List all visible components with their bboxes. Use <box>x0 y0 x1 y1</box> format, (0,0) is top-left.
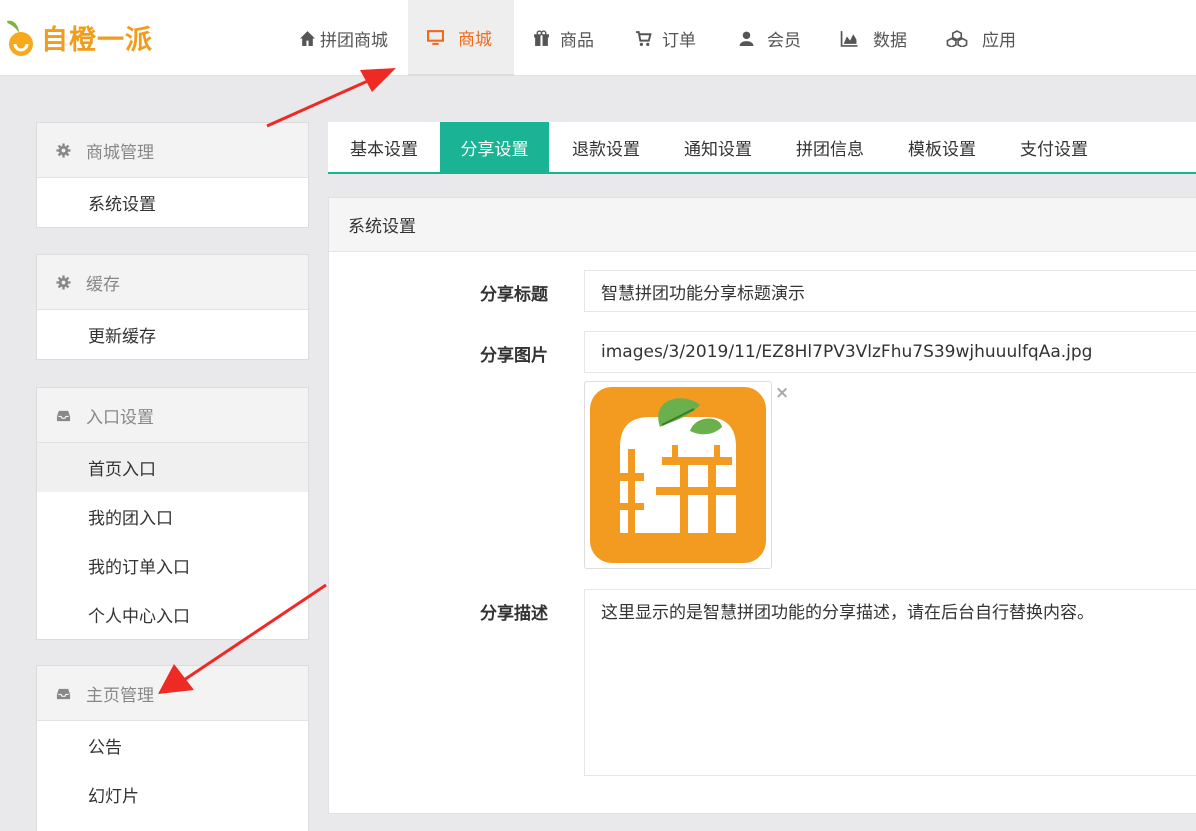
gear-icon <box>56 274 71 290</box>
top-navbar: 自橙一派 拼团商城 商城 商品 订单 会员 数据 应用 <box>0 0 1196 76</box>
area-chart-icon <box>840 30 858 47</box>
tab-notification-settings[interactable]: 通知设置 <box>662 122 774 172</box>
annotation-arrow <box>266 68 396 128</box>
pin-app-logo-icon <box>590 387 766 563</box>
inbox-icon <box>56 410 71 421</box>
nav-item-orders[interactable]: 订单 <box>635 0 696 76</box>
nav-label: 订单 <box>662 30 696 51</box>
panel-header[interactable]: 商城管理 <box>37 123 308 178</box>
sidebar-item-my-order-entry[interactable]: 我的订单入口 <box>37 541 308 590</box>
orange-logo-icon <box>7 20 33 56</box>
share-title-label: 分享标题 <box>480 285 548 305</box>
panel-title: 商城管理 <box>86 142 154 163</box>
share-title-input[interactable]: 智慧拼团功能分享标题演示 <box>584 270 1196 312</box>
section-title: 系统设置 <box>329 198 1196 252</box>
nav-label: 应用 <box>982 30 1016 51</box>
sidebar-item-user-center-entry[interactable]: 个人中心入口 <box>37 590 308 639</box>
cart-icon <box>636 30 652 46</box>
nav-item-members[interactable]: 会员 <box>738 0 801 76</box>
sidebar-item-slideshow[interactable]: 幻灯片 <box>37 770 308 819</box>
share-image-preview <box>584 381 772 569</box>
panel-title: 主页管理 <box>86 685 154 706</box>
sidebar-item-home-entry[interactable]: 首页入口 <box>37 443 308 492</box>
tab-template-settings[interactable]: 模板设置 <box>886 122 998 172</box>
panel-title: 入口设置 <box>86 407 154 428</box>
user-icon <box>739 31 754 46</box>
sidebar-panel-entry-settings: 入口设置 首页入口 我的团入口 我的订单入口 个人中心入口 <box>36 387 309 640</box>
home-icon <box>300 30 315 46</box>
nav-item-mall[interactable]: 商城 <box>408 0 514 76</box>
sidebar-panel-cache: 缓存 更新缓存 <box>36 254 309 360</box>
nav-label: 拼团商城 <box>320 30 388 51</box>
brand-name: 自橙一派 <box>41 24 153 56</box>
sidebar-panel-home-management: 主页管理 公告 幻灯片 <box>36 665 309 831</box>
remove-image-button[interactable]: × <box>775 385 789 402</box>
nav-label: 数据 <box>873 30 907 51</box>
sidebar-panel-mall-management: 商城管理 系统设置 <box>36 122 309 228</box>
nav-item-apps[interactable]: 应用 <box>946 0 1016 76</box>
panel-header[interactable]: 缓存 <box>37 255 308 310</box>
gear-icon <box>56 142 71 158</box>
nav-item-products[interactable]: 商品 <box>533 0 594 76</box>
nav-item-data[interactable]: 数据 <box>839 0 907 76</box>
share-image-label: 分享图片 <box>480 346 548 366</box>
sidebar-item-my-group-entry[interactable]: 我的团入口 <box>37 492 308 541</box>
monitor-icon <box>427 29 444 45</box>
sidebar-item-update-cache[interactable]: 更新缓存 <box>37 310 308 359</box>
brand-logo[interactable]: 自橙一派 <box>5 15 153 59</box>
sidebar-item-system-settings[interactable]: 系统设置 <box>37 178 308 227</box>
panel-title: 缓存 <box>86 274 120 295</box>
nav-label: 商城 <box>458 29 492 50</box>
cubes-icon <box>946 29 968 47</box>
tab-share-settings[interactable]: 分享设置 <box>440 122 549 172</box>
settings-tabs: 基本设置 分享设置 退款设置 通知设置 拼团信息 模板设置 支付设置 <box>328 122 1196 174</box>
nav-label: 会员 <box>767 30 801 51</box>
share-desc-textarea[interactable]: 这里显示的是智慧拼团功能的分享描述，请在后台自行替换内容。 <box>584 589 1196 776</box>
inbox-icon <box>56 688 71 699</box>
tab-basic-settings[interactable]: 基本设置 <box>328 122 440 172</box>
panel-header[interactable]: 主页管理 <box>37 666 308 721</box>
tab-payment-settings[interactable]: 支付设置 <box>998 122 1110 172</box>
sidebar-item-announcement[interactable]: 公告 <box>37 721 308 770</box>
share-image-input[interactable]: images/3/2019/11/EZ8Hl7PV3VlzFhu7S39wjhu… <box>584 331 1196 373</box>
tab-group-info[interactable]: 拼团信息 <box>774 122 886 172</box>
panel-header[interactable]: 入口设置 <box>37 388 308 443</box>
gift-icon <box>534 29 549 46</box>
nav-item-group-mall[interactable]: 拼团商城 <box>299 0 388 76</box>
share-desc-label: 分享描述 <box>480 604 548 624</box>
tab-refund-settings[interactable]: 退款设置 <box>550 122 662 172</box>
nav-label: 商品 <box>560 30 594 51</box>
